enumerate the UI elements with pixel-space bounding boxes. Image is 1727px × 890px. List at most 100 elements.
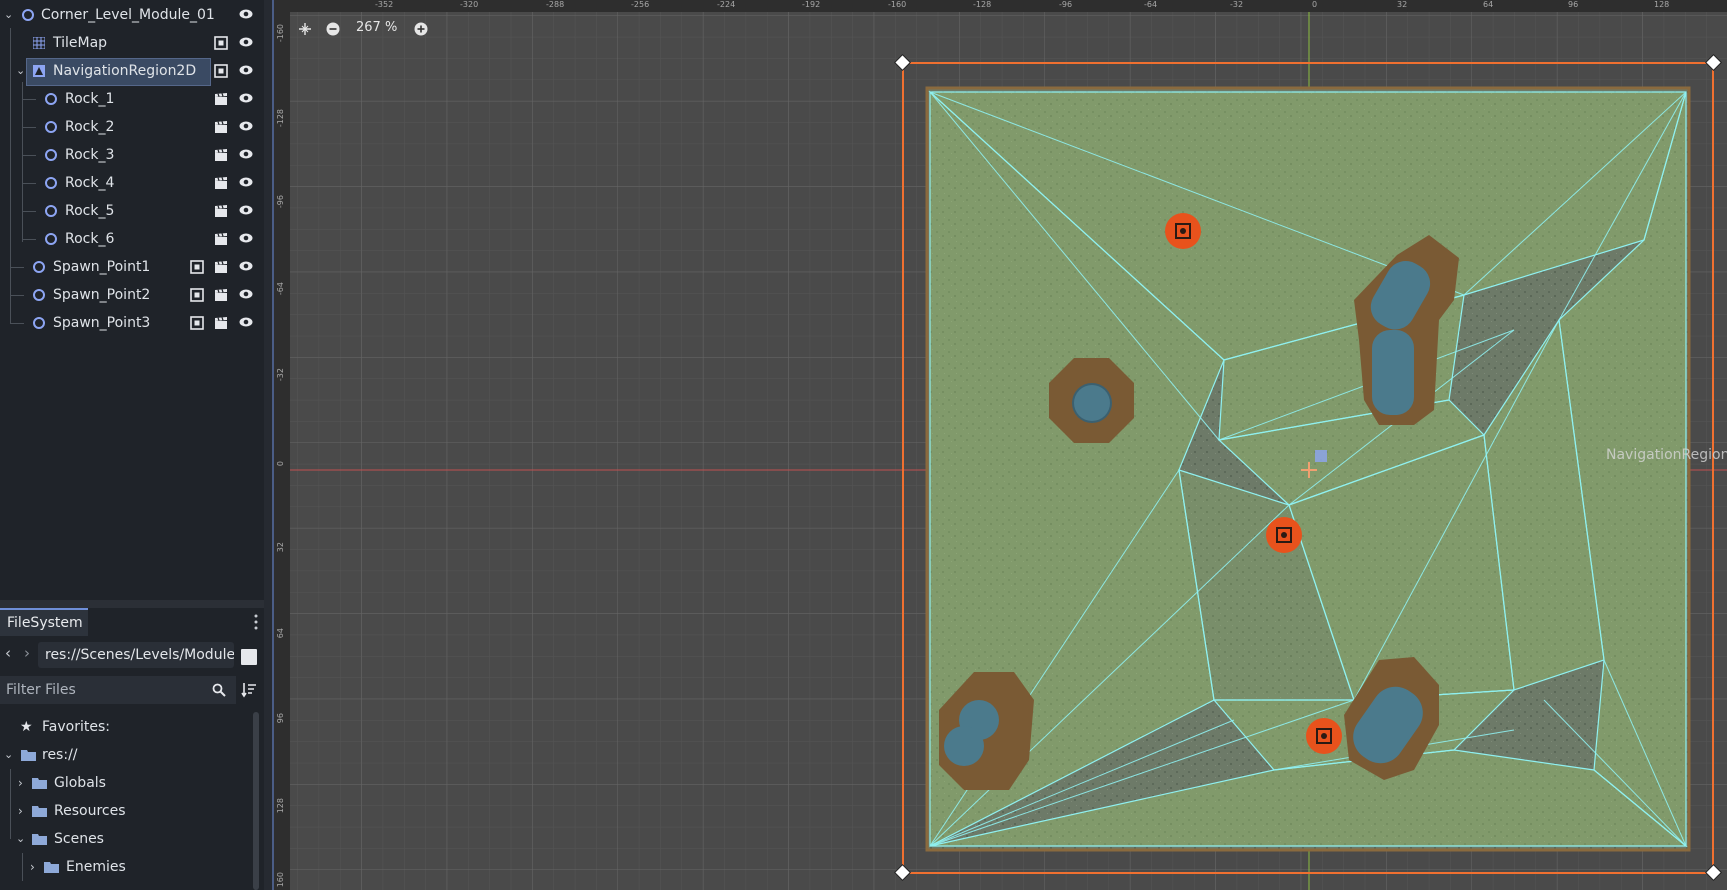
tree-item-label: Rock_4: [65, 175, 115, 191]
visibility-eye-icon[interactable]: [239, 93, 253, 103]
visibility-eye-icon[interactable]: [239, 121, 253, 131]
fs-item-scenes[interactable]: ⌄ Scenes: [0, 825, 250, 853]
chevron-down-icon[interactable]: ⌄: [4, 1, 13, 29]
visibility-eye-icon[interactable]: [239, 37, 253, 47]
fs-item-res[interactable]: ⌄ res://: [0, 741, 250, 769]
fs-item-globals[interactable]: › Globals: [0, 769, 250, 797]
open-scene-clapper-icon[interactable]: [214, 92, 228, 106]
filesystem-scrollbar[interactable]: [253, 712, 259, 890]
ruler-tick: 160: [276, 872, 285, 888]
visibility-eye-icon[interactable]: [239, 177, 253, 187]
ruler-tick: -128: [973, 0, 992, 9]
fs-item-enemies[interactable]: › Enemies: [0, 853, 250, 881]
ruler-tick: -224: [717, 0, 736, 9]
tree-item-corner-level-module[interactable]: ⌄ Corner_Level_Module_01: [0, 1, 264, 29]
tree-item-rock-5[interactable]: Rock_5: [0, 197, 264, 225]
open-scene-clapper-icon[interactable]: [214, 204, 228, 218]
ruler-tick: -160: [276, 24, 285, 43]
visibility-eye-icon[interactable]: [239, 261, 253, 271]
visibility-eye-icon[interactable]: [239, 317, 253, 327]
open-scene-clapper-icon[interactable]: [214, 316, 228, 330]
path-field[interactable]: res://Scenes/Levels/Module: [38, 642, 234, 668]
split-view-toggle-icon[interactable]: [241, 649, 257, 665]
node-circle-icon: [45, 121, 57, 133]
kebab-menu-icon[interactable]: [254, 614, 258, 630]
ruler-tick: 0: [276, 461, 285, 467]
node-circle-icon: [33, 261, 45, 273]
folder-icon: [32, 834, 47, 845]
chevron-down-icon[interactable]: ⌄: [4, 741, 13, 769]
tree-item-tilemap[interactable]: TileMap: [0, 29, 264, 57]
lock-selection-icon[interactable]: [190, 316, 204, 330]
lock-selection-icon[interactable]: [214, 36, 228, 50]
fs-item-resources[interactable]: › Resources: [0, 797, 250, 825]
tab-filesystem[interactable]: FileSystem: [0, 608, 88, 636]
tree-item-rock-3[interactable]: Rock_3: [0, 141, 264, 169]
visibility-eye-icon[interactable]: [239, 149, 253, 159]
tree-item-rock-1[interactable]: Rock_1: [0, 85, 264, 113]
chevron-down-icon[interactable]: ⌄: [16, 57, 25, 85]
node-circle-icon: [33, 289, 45, 301]
node-circle-icon: [45, 149, 57, 161]
node-circle-icon: [45, 233, 57, 245]
tree-item-spawn-point2[interactable]: Spawn_Point2: [0, 281, 264, 309]
open-scene-clapper-icon[interactable]: [214, 232, 228, 246]
tree-item-label: Rock_6: [65, 231, 115, 247]
visibility-eye-icon[interactable]: [239, 289, 253, 299]
tree-item-rock-4[interactable]: Rock_4: [0, 169, 264, 197]
tree-item-rock-6[interactable]: Rock_6: [0, 225, 264, 253]
tree-item-label: TileMap: [53, 35, 108, 51]
ruler-top: -352 -320 -288 -256 -224 -192 -160 -128 …: [290, 0, 1727, 12]
center-view-icon[interactable]: [298, 22, 312, 36]
lock-selection-icon[interactable]: [214, 64, 228, 78]
node-circle-icon: [45, 205, 57, 217]
ruler-tick: 32: [276, 542, 285, 553]
tree-item-label: Spawn_Point3: [53, 315, 151, 331]
back-arrow-icon[interactable]: ‹: [5, 644, 11, 662]
dock-splitter[interactable]: [0, 600, 264, 608]
tilemap-grid-icon: [33, 37, 45, 49]
open-scene-clapper-icon[interactable]: [214, 176, 228, 190]
visibility-eye-icon[interactable]: [239, 9, 253, 19]
ruler-left: -160 -128 -96 -64 -32 0 32 64 96 128 160: [274, 0, 290, 890]
zoom-level[interactable]: 267 %: [356, 20, 397, 35]
tree-item-label: Spawn_Point1: [53, 259, 151, 275]
chevron-right-icon[interactable]: ›: [30, 853, 35, 881]
zoom-out-icon[interactable]: [326, 22, 340, 36]
fs-item-favorites[interactable]: ★ Favorites:: [0, 713, 250, 741]
chevron-right-icon[interactable]: ›: [18, 769, 23, 797]
ruler-tick: -128: [276, 109, 285, 128]
open-scene-clapper-icon[interactable]: [214, 288, 228, 302]
spawn-marker-2: [1266, 517, 1302, 553]
filter-row: [0, 676, 264, 704]
filter-files-input[interactable]: [0, 676, 236, 704]
canvas-viewport[interactable]: NavigationRegion2D -352 -320 -288 -256 -…: [274, 0, 1727, 890]
node-canvas-label: NavigationRegion2D: [1606, 447, 1727, 463]
ruler-tick: -320: [460, 0, 479, 9]
open-scene-clapper-icon[interactable]: [214, 148, 228, 162]
node-circle-icon: [22, 9, 34, 21]
open-scene-clapper-icon[interactable]: [214, 260, 228, 274]
forward-arrow-icon[interactable]: ›: [24, 644, 30, 662]
zoom-in-icon[interactable]: [414, 22, 428, 36]
tree-item-spawn-point3[interactable]: Spawn_Point3: [0, 309, 264, 337]
lock-selection-icon[interactable]: [190, 260, 204, 274]
chevron-down-icon[interactable]: ⌄: [16, 825, 25, 853]
scene-tree-panel: ⌄ Corner_Level_Module_01 TileMap ⌄ Navig…: [0, 0, 264, 600]
fs-item-label: Resources: [54, 803, 126, 819]
open-scene-clapper-icon[interactable]: [214, 120, 228, 134]
visibility-eye-icon[interactable]: [239, 233, 253, 243]
ruler-tick: 64: [276, 628, 285, 639]
search-icon: [212, 683, 226, 697]
tree-item-navigationregion2d[interactable]: ⌄ NavigationRegion2D: [0, 57, 264, 86]
sort-icon[interactable]: [241, 682, 257, 698]
fs-item-label: Globals: [54, 775, 106, 791]
tree-item-rock-2[interactable]: Rock_2: [0, 113, 264, 141]
chevron-right-icon[interactable]: ›: [18, 797, 23, 825]
visibility-eye-icon[interactable]: [239, 205, 253, 215]
visibility-eye-icon[interactable]: [239, 65, 253, 75]
tree-item-spawn-point1[interactable]: Spawn_Point1: [0, 253, 264, 281]
lock-selection-icon[interactable]: [190, 288, 204, 302]
ruler-tick: -352: [375, 0, 394, 9]
ruler-tick: -256: [631, 0, 650, 9]
